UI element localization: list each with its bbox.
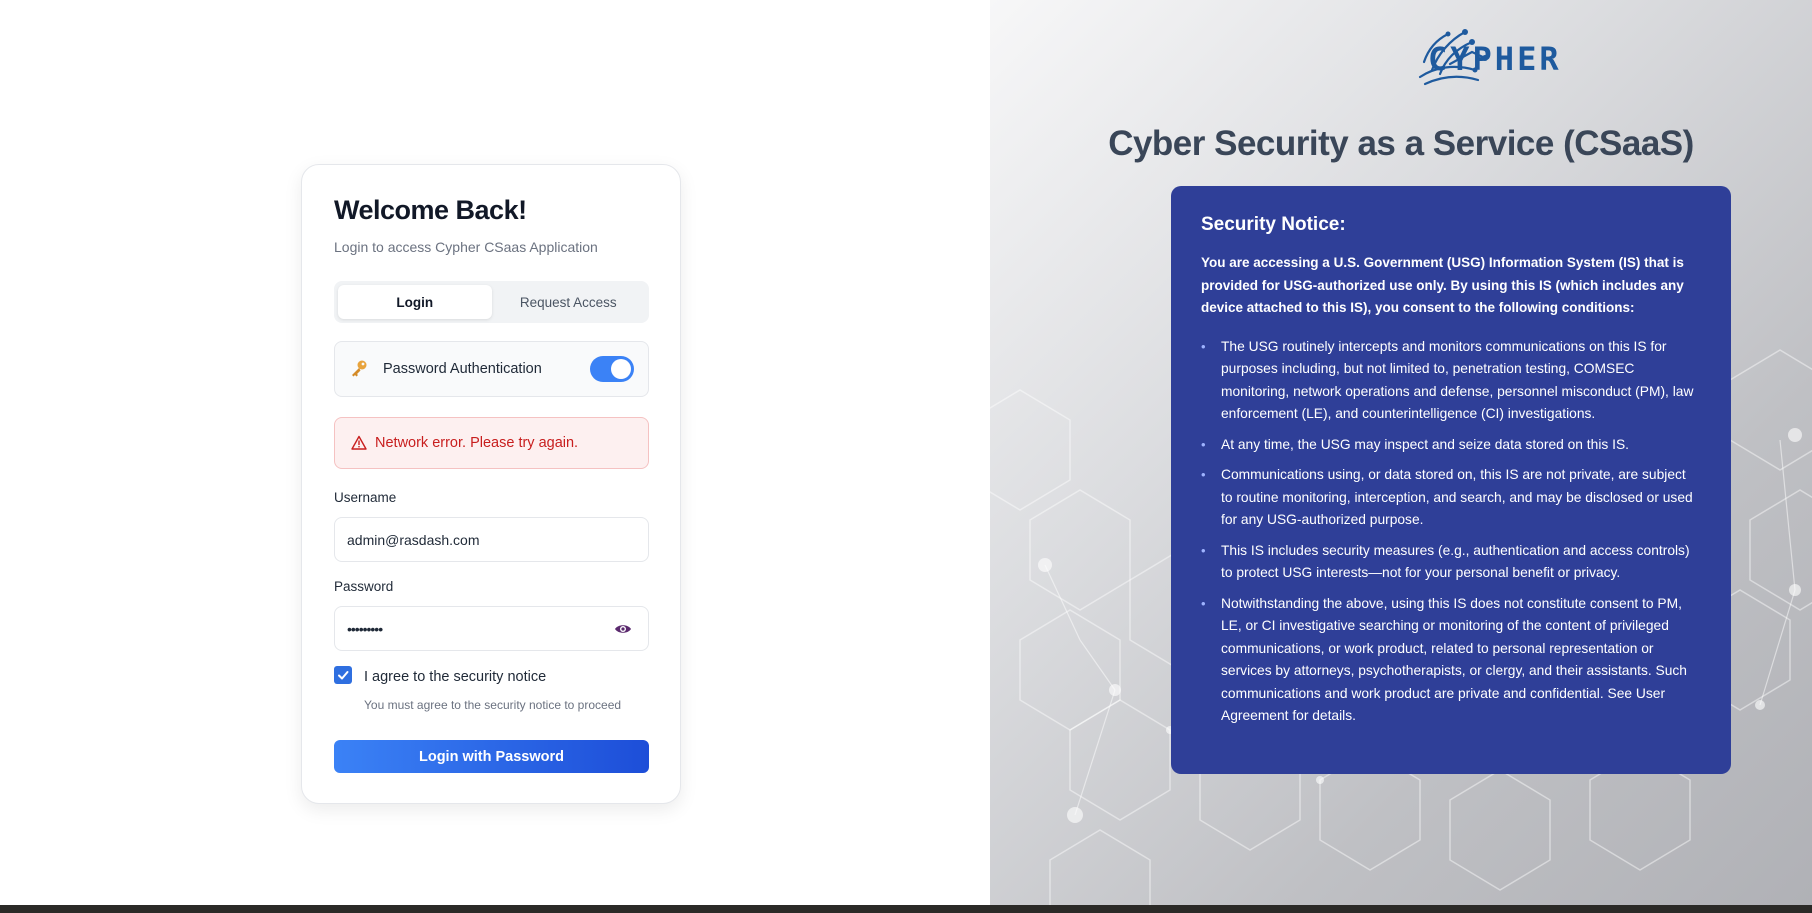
warning-icon [351,435,367,450]
notice-item: The USG routinely intercepts and monitor… [1201,336,1701,426]
logo-text: CYPHER [1428,40,1562,78]
password-auth-toggle[interactable] [590,356,634,382]
security-notice: Security Notice: You are accessing a U.S… [1171,186,1731,774]
brand-panel: CYPHER Cyber Security as a Service (CSaa… [990,0,1812,905]
username-label: Username [334,490,397,505]
notice-item: Communications using, or data stored on,… [1201,464,1701,532]
agree-label: I agree to the security notice [364,669,547,685]
tab-login[interactable]: Login [338,285,492,319]
password-label: Password [334,579,394,594]
login-card: Welcome Back! Login to access Cypher CSa… [301,164,681,804]
login-button[interactable]: Login with Password [334,740,649,773]
password-input[interactable]: ••••••••• [334,606,649,651]
password-value: ••••••••• [347,620,383,637]
taskbar [0,905,1812,913]
key-icon [352,360,367,377]
agree-checkbox[interactable] [334,666,352,684]
toggle-knob [611,359,631,379]
error-message: Network error. Please try again. [375,435,579,451]
page-subtitle: Login to access Cypher CSaas Application [334,239,598,255]
notice-item: Notwithstanding the above, using this IS… [1201,593,1701,728]
brand-headline: Cyber Security as a Service (CSaaS) [1108,124,1694,163]
notice-item: At any time, the USG may inspect and sei… [1201,434,1701,457]
tab-bar: Login Request Access [334,281,649,323]
notice-list: The USG routinely intercepts and monitor… [1201,336,1701,728]
notice-title: Security Notice: [1201,214,1346,235]
check-icon [338,671,349,680]
notice-item: This IS includes security measures (e.g.… [1201,540,1701,585]
agree-hint: You must agree to the security notice to… [364,698,622,712]
username-input[interactable]: admin@rasdash.com [334,517,649,562]
login-panel: Welcome Back! Login to access Cypher CSa… [0,0,990,905]
username-value: admin@rasdash.com [347,531,480,548]
notice-intro: You are accessing a U.S. Government (USG… [1201,255,1684,315]
tab-request-access[interactable]: Request Access [492,285,646,319]
eye-icon[interactable] [614,621,632,637]
auth-method-label: Password Authentication [383,361,542,377]
error-alert: Network error. Please try again. [334,417,649,469]
auth-method-row: Password Authentication [334,341,649,397]
page-title: Welcome Back! [334,195,527,225]
